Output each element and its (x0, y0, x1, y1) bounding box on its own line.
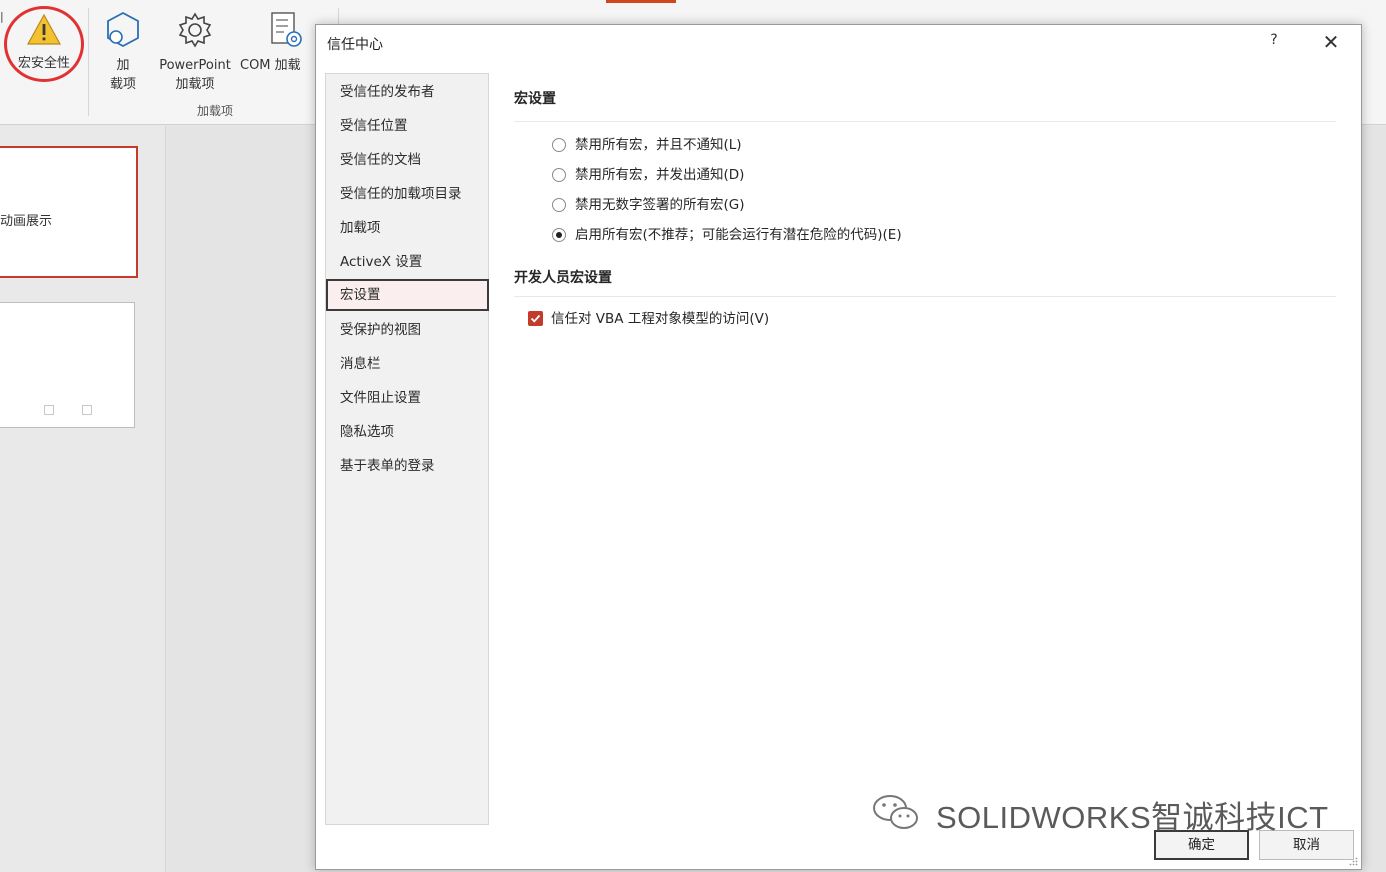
macro-security-label: 宏安全性 (17, 56, 70, 71)
radio-button[interactable] (552, 198, 566, 212)
addins-label-2: 载项 (109, 77, 136, 92)
nav-item-activex-settings[interactable]: ActiveX 设置 (326, 246, 488, 278)
ribbon-fragment: | (0, 10, 4, 23)
nav-item-trusted-documents[interactable]: 受信任的文档 (326, 144, 488, 176)
vba-access-label: 信任对 VBA 工程对象模型的访问(V) (551, 311, 770, 327)
nav-item-addins[interactable]: 加载项 (326, 212, 488, 244)
developer-macro-settings-heading: 开发人员宏设置 (514, 270, 612, 286)
wechat-icon (873, 795, 918, 829)
ribbon-separator (88, 8, 89, 116)
nav-item-trusted-locations[interactable]: 受信任位置 (326, 110, 488, 142)
document-gear-icon (266, 10, 318, 56)
close-button[interactable]: ✕ (1320, 31, 1342, 53)
hexagon-icon (100, 10, 146, 56)
resize-grip-icon[interactable] (1349, 857, 1358, 866)
help-button[interactable]: ? (1266, 32, 1282, 52)
radio-button[interactable] (552, 138, 566, 152)
nav-item-protected-view[interactable]: 受保护的视图 (326, 314, 488, 346)
slide-thumbnail-1[interactable]: 动画展示 (0, 146, 138, 278)
gear-icon (150, 10, 240, 56)
macro-security-button[interactable]: 宏安全性 (4, 6, 84, 82)
powerpoint-addins-label-2: 加载项 (175, 77, 215, 92)
trust-center-dialog: 信任中心 ? ✕ 受信任的发布者 受信任位置 受信任的文档 受信任的加载项目录 … (315, 24, 1362, 870)
slide-thumbnail-2[interactable] (0, 302, 135, 428)
com-addins-label: COM 加载 (240, 58, 301, 73)
trust-center-nav: 受信任的发布者 受信任位置 受信任的文档 受信任的加载项目录 加载项 Activ… (325, 73, 489, 825)
checkmark-icon (530, 314, 541, 323)
option-label: 启用所有宏(不推荐；可能会运行有潜在危险的代码)(E) (575, 227, 902, 243)
option-label: 禁用无数字签署的所有宏(G) (575, 197, 745, 213)
macro-settings-heading: 宏设置 (514, 91, 556, 107)
nav-item-form-based-signin[interactable]: 基于表单的登录 (326, 450, 488, 482)
addins-label-1: 加 (116, 58, 130, 73)
nav-item-trusted-addin-catalogs[interactable]: 受信任的加载项目录 (326, 178, 488, 210)
nav-item-privacy-options[interactable]: 隐私选项 (326, 416, 488, 448)
radio-button-selected[interactable] (552, 228, 566, 242)
slides-pane: 动画展示 (0, 126, 166, 872)
watermark-text: SOLIDWORKS智诚科技ICT (936, 800, 1329, 835)
ribbon-tab-accent (606, 0, 676, 3)
dialog-title: 信任中心 (327, 37, 383, 53)
powerpoint-addins-button[interactable]: PowerPoint 加载项 (150, 10, 240, 94)
placeholder-icon (82, 405, 92, 415)
nav-item-trusted-publishers[interactable]: 受信任的发布者 (326, 76, 488, 108)
slide-thumbnail-title: 动画展示 (0, 214, 53, 229)
powerpoint-addins-label-1: PowerPoint (159, 58, 231, 73)
warning-icon (7, 13, 81, 53)
placeholder-icon (44, 405, 54, 415)
option-label: 禁用所有宏，并发出通知(D) (575, 167, 745, 183)
option-label: 禁用所有宏，并且不通知(L) (575, 137, 742, 153)
nav-item-macro-settings[interactable]: 宏设置 (326, 279, 489, 311)
com-addins-button[interactable]: COM 加载 (240, 10, 318, 75)
nav-item-message-bar[interactable]: 消息栏 (326, 348, 488, 380)
section-divider (514, 296, 1336, 297)
close-icon: ✕ (1322, 30, 1340, 54)
nav-item-file-block-settings[interactable]: 文件阻止设置 (326, 382, 488, 414)
section-divider (514, 121, 1336, 122)
vba-access-checkbox[interactable] (528, 311, 543, 326)
ribbon-group-label: 加载项 (196, 104, 233, 118)
addins-button[interactable]: 加 载项 (100, 10, 146, 94)
radio-button[interactable] (552, 168, 566, 182)
